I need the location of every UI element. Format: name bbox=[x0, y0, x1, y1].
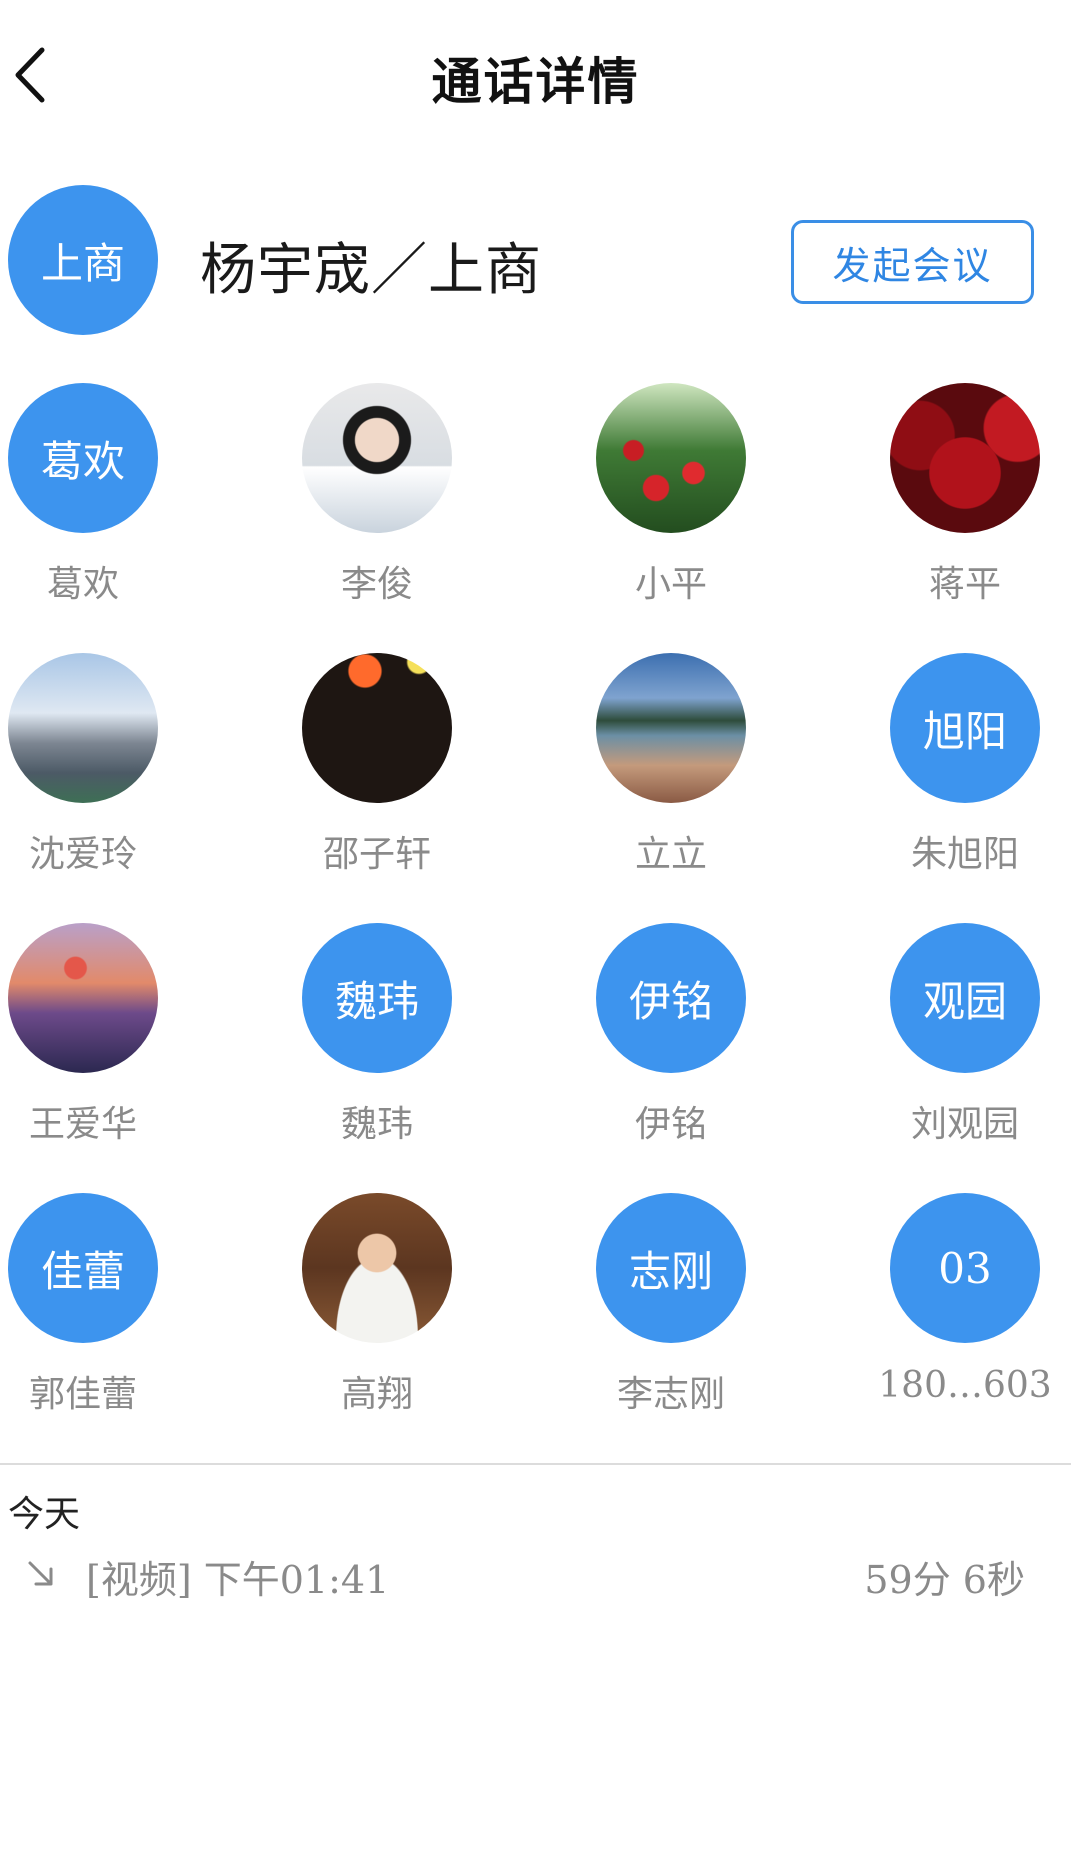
member-name: 沈爱玲 bbox=[28, 834, 137, 875]
member-name: 180…603 bbox=[878, 1365, 1052, 1406]
divider bbox=[0, 1463, 1071, 1465]
avatar bbox=[302, 1193, 452, 1343]
avatar: 葛欢 bbox=[8, 383, 158, 533]
avatar bbox=[302, 653, 452, 803]
day-label: 今天 bbox=[8, 1494, 81, 1535]
page-title: 通话详情 bbox=[431, 53, 640, 111]
avatar-text: 志刚 bbox=[628, 1246, 713, 1296]
avatar-text: 观园 bbox=[922, 976, 1007, 1026]
member-name: 李志刚 bbox=[616, 1374, 725, 1415]
group-header: 上商 杨宇宬／上商 发起会议 bbox=[0, 185, 1071, 345]
member-name: 魏玮 bbox=[340, 1104, 413, 1145]
call-description: [视频] 下午01:41 bbox=[86, 1558, 390, 1602]
member-name: 葛欢 bbox=[46, 564, 119, 605]
member-name: 伊铭 bbox=[634, 1104, 707, 1145]
avatar-text: 03 bbox=[938, 1243, 992, 1293]
member-name: 邵子轩 bbox=[322, 834, 431, 875]
avatar bbox=[8, 923, 158, 1073]
call-duration: 59分 6秒 bbox=[864, 1558, 1025, 1602]
avatar bbox=[302, 383, 452, 533]
avatar-text: 旭阳 bbox=[922, 706, 1007, 756]
group-avatar-text: 上商 bbox=[40, 238, 125, 288]
call-record-row[interactable]: [视频] 下午01:41 59分 6秒 bbox=[0, 1545, 1071, 1605]
avatar bbox=[8, 653, 158, 803]
member-name: 高翔 bbox=[340, 1374, 413, 1415]
avatar: 观园 bbox=[890, 923, 1040, 1073]
avatar bbox=[890, 383, 1040, 533]
avatar bbox=[596, 383, 746, 533]
avatar-text: 伊铭 bbox=[628, 976, 713, 1026]
member-name: 李俊 bbox=[340, 564, 413, 605]
group-avatar[interactable]: 上商 bbox=[8, 185, 158, 335]
member-name: 蒋平 bbox=[928, 564, 1001, 605]
member-name: 立立 bbox=[634, 834, 707, 875]
incoming-arrow-icon bbox=[28, 1561, 53, 1586]
avatar: 魏玮 bbox=[302, 923, 452, 1073]
avatar: 旭阳 bbox=[890, 653, 1040, 803]
avatar-text: 魏玮 bbox=[334, 976, 419, 1026]
avatar: 03 bbox=[890, 1193, 1040, 1343]
avatar-text: 葛欢 bbox=[40, 436, 125, 486]
avatar: 佳蕾 bbox=[8, 1193, 158, 1343]
member-name: 郭佳蕾 bbox=[28, 1374, 137, 1415]
avatar: 伊铭 bbox=[596, 923, 746, 1073]
start-meeting-button[interactable]: 发起会议 bbox=[791, 220, 1034, 304]
group-name: 杨宇宬／上商 bbox=[200, 238, 542, 303]
avatar bbox=[596, 653, 746, 803]
member-name: 王爱华 bbox=[28, 1104, 137, 1145]
avatar: 志刚 bbox=[596, 1193, 746, 1343]
nav-bar: 通话详情 bbox=[0, 0, 1071, 150]
member-name: 刘观园 bbox=[910, 1104, 1019, 1145]
member-name: 小平 bbox=[634, 564, 707, 605]
member-name: 朱旭阳 bbox=[910, 834, 1019, 875]
avatar-text: 佳蕾 bbox=[40, 1246, 125, 1296]
